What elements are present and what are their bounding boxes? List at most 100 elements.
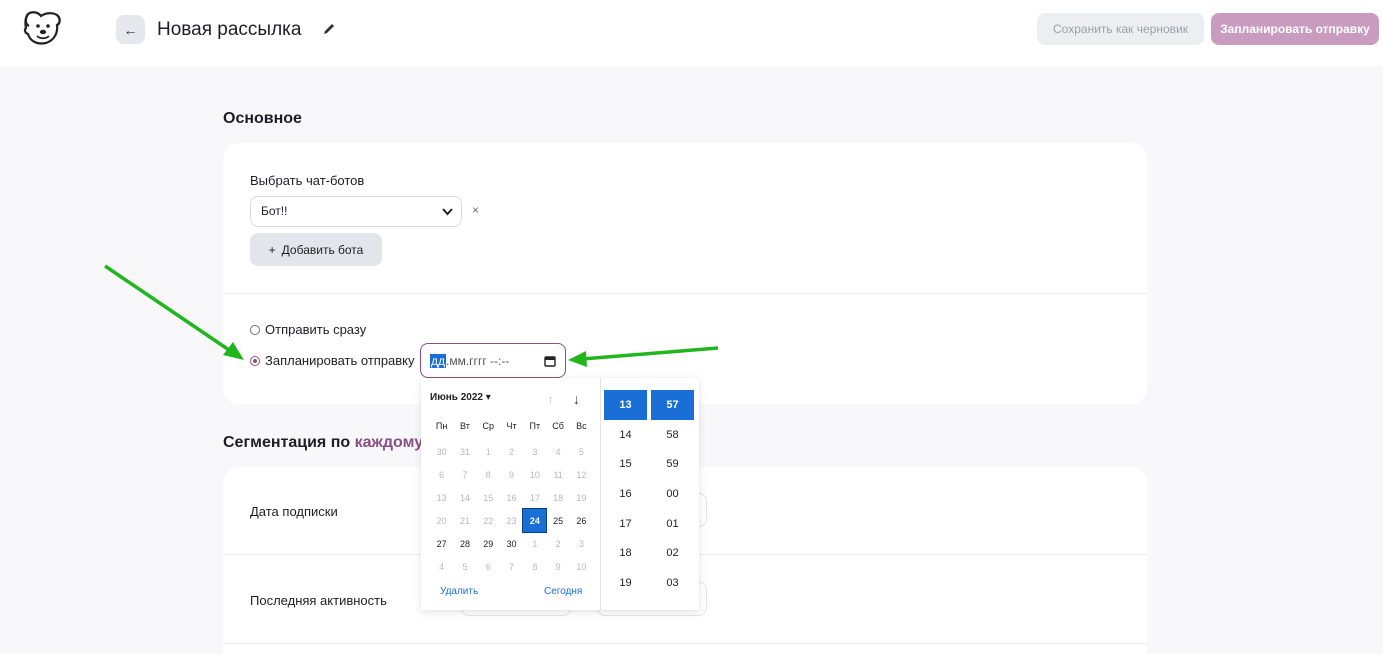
- calendar-day[interactable]: 10: [570, 555, 593, 578]
- calendar-day[interactable]: 21: [453, 509, 476, 532]
- calendar-day[interactable]: 20: [430, 509, 453, 532]
- radio-unchecked-icon[interactable]: [250, 324, 260, 335]
- calendar-day[interactable]: 23: [500, 509, 523, 532]
- calendar-day[interactable]: 5: [570, 440, 593, 463]
- weekday-label: Ср: [482, 421, 494, 431]
- clear-date-button[interactable]: Удалить: [440, 586, 478, 597]
- weekday-label: Пт: [529, 421, 541, 431]
- calendar-day[interactable]: 3: [523, 440, 546, 463]
- calendar-day[interactable]: 7: [453, 463, 476, 486]
- subscription-date-label: Дата подписки: [250, 504, 338, 519]
- calendar-day[interactable]: 13: [430, 486, 453, 509]
- arrow-down-icon[interactable]: ↓: [573, 391, 580, 407]
- minute-option[interactable]: 03: [651, 568, 694, 598]
- calendar-day[interactable]: 29: [477, 532, 500, 555]
- card-divider: [223, 293, 1147, 294]
- arrow-to-radio: [104, 264, 233, 354]
- minute-option[interactable]: 59: [651, 449, 694, 479]
- calendar-day[interactable]: 2: [500, 440, 523, 463]
- calendar-day[interactable]: 1: [477, 440, 500, 463]
- pencil-icon[interactable]: [322, 22, 336, 36]
- calendar-day[interactable]: 22: [477, 509, 500, 532]
- back-button[interactable]: ←: [116, 15, 145, 44]
- calendar-day[interactable]: 4: [430, 555, 453, 578]
- calendar-day[interactable]: 2: [546, 532, 569, 555]
- calendar-day[interactable]: 4: [546, 440, 569, 463]
- hour-option[interactable]: 18: [604, 538, 647, 568]
- calendar-day-selected[interactable]: 24: [522, 508, 548, 533]
- hour-option[interactable]: 15: [604, 449, 647, 479]
- section-title-basic: Основное: [223, 110, 302, 127]
- dog-logo-icon[interactable]: [22, 10, 64, 48]
- minute-option[interactable]: 58: [651, 420, 694, 450]
- calendar-day[interactable]: 30: [430, 440, 453, 463]
- calendar-day[interactable]: 7: [500, 555, 523, 578]
- calendar-day[interactable]: 3: [570, 532, 593, 555]
- today-button[interactable]: Сегодня: [544, 586, 582, 597]
- month-year-dropdown[interactable]: Июнь 2022 ▾: [430, 392, 491, 403]
- datetime-input[interactable]: дд .мм.гггг --:--: [420, 343, 566, 378]
- save-draft-button[interactable]: Сохранить как черновик: [1037, 13, 1204, 45]
- calendar-icon[interactable]: [544, 355, 556, 367]
- chevron-down-icon: [442, 208, 453, 216]
- calendar-day[interactable]: 6: [430, 463, 453, 486]
- calendar-day[interactable]: 9: [546, 555, 569, 578]
- calendar-day[interactable]: 18: [546, 486, 569, 509]
- calendar-day[interactable]: 28: [453, 532, 476, 555]
- radio-send-now[interactable]: Отправить сразу: [250, 322, 366, 337]
- calendar-day[interactable]: 30: [500, 532, 523, 555]
- calendar-day[interactable]: 10: [523, 463, 546, 486]
- calendar-day[interactable]: 19: [570, 486, 593, 509]
- calendar-day[interactable]: 17: [523, 486, 546, 509]
- minute-option[interactable]: 00: [651, 479, 694, 509]
- calendar-day[interactable]: 6: [477, 555, 500, 578]
- page-title: Новая рассылка: [157, 19, 302, 40]
- calendar-day[interactable]: 12: [570, 463, 593, 486]
- hour-option[interactable]: 17: [604, 509, 647, 539]
- bot-select[interactable]: Бот!!: [250, 196, 462, 227]
- arrow-up-icon[interactable]: ↑: [547, 391, 554, 407]
- hour-option-selected[interactable]: 13: [604, 390, 647, 420]
- minutes-column: 57 58 59 00 01 02 03: [651, 390, 694, 598]
- minute-option[interactable]: 02: [651, 538, 694, 568]
- calendar-day[interactable]: 8: [477, 463, 500, 486]
- hour-option[interactable]: 14: [604, 420, 647, 450]
- calendar-day[interactable]: 14: [453, 486, 476, 509]
- calendar-day[interactable]: 5: [453, 555, 476, 578]
- calendar-day[interactable]: 26: [570, 509, 593, 532]
- schedule-send-button[interactable]: Запланировать отправку: [1211, 13, 1379, 45]
- datetime-picker-popup: Июнь 2022 ▾ ↑ ↓ Пн Вт Ср Чт Пт Сб Вс 30 3…: [421, 378, 699, 610]
- calendar-day[interactable]: 8: [523, 555, 546, 578]
- weekday-label: Сб: [552, 421, 564, 431]
- remove-bot-icon[interactable]: ×: [472, 203, 479, 217]
- segment-divider: [223, 643, 1147, 644]
- calendar-day[interactable]: 31: [453, 440, 476, 463]
- add-bot-label: Добавить бота: [281, 242, 364, 257]
- radio-checked-icon[interactable]: [250, 355, 260, 366]
- calendar-day[interactable]: 11: [546, 463, 569, 486]
- datetime-day-segment[interactable]: дд: [430, 353, 447, 368]
- calendar-day[interactable]: 16: [500, 486, 523, 509]
- calendar-day[interactable]: 15: [477, 486, 500, 509]
- calendar-day[interactable]: 27: [430, 532, 453, 555]
- datetime-rest-segment[interactable]: .мм.гггг --:--: [446, 354, 509, 368]
- calendar-day[interactable]: 9: [500, 463, 523, 486]
- hour-option[interactable]: 19: [604, 568, 647, 598]
- top-bar: ← Новая рассылка Сохранить как черновик …: [0, 0, 1383, 66]
- add-bot-button[interactable]: + Добавить бота: [250, 233, 382, 266]
- radio-schedule[interactable]: Запланировать отправку: [250, 353, 415, 368]
- minute-option-selected[interactable]: 57: [651, 390, 694, 420]
- segmentation-title-highlight[interactable]: каждому: [355, 434, 424, 451]
- weekday-label: Вс: [576, 421, 587, 431]
- calendar-day[interactable]: 25: [546, 509, 569, 532]
- minute-option[interactable]: 01: [651, 509, 694, 539]
- section-title-segmentation: Сегментация по каждому: [223, 434, 423, 452]
- bot-select-value: Бот!!: [261, 204, 288, 218]
- radio-schedule-label: Запланировать отправку: [265, 353, 415, 368]
- weekday-label: Чт: [506, 421, 517, 431]
- radio-send-now-label: Отправить сразу: [265, 322, 367, 337]
- hour-option[interactable]: 16: [604, 479, 647, 509]
- calendar-day[interactable]: 1: [523, 532, 546, 555]
- hours-column: 13 14 15 16 17 18 19: [604, 390, 647, 598]
- plus-icon: +: [268, 242, 276, 257]
